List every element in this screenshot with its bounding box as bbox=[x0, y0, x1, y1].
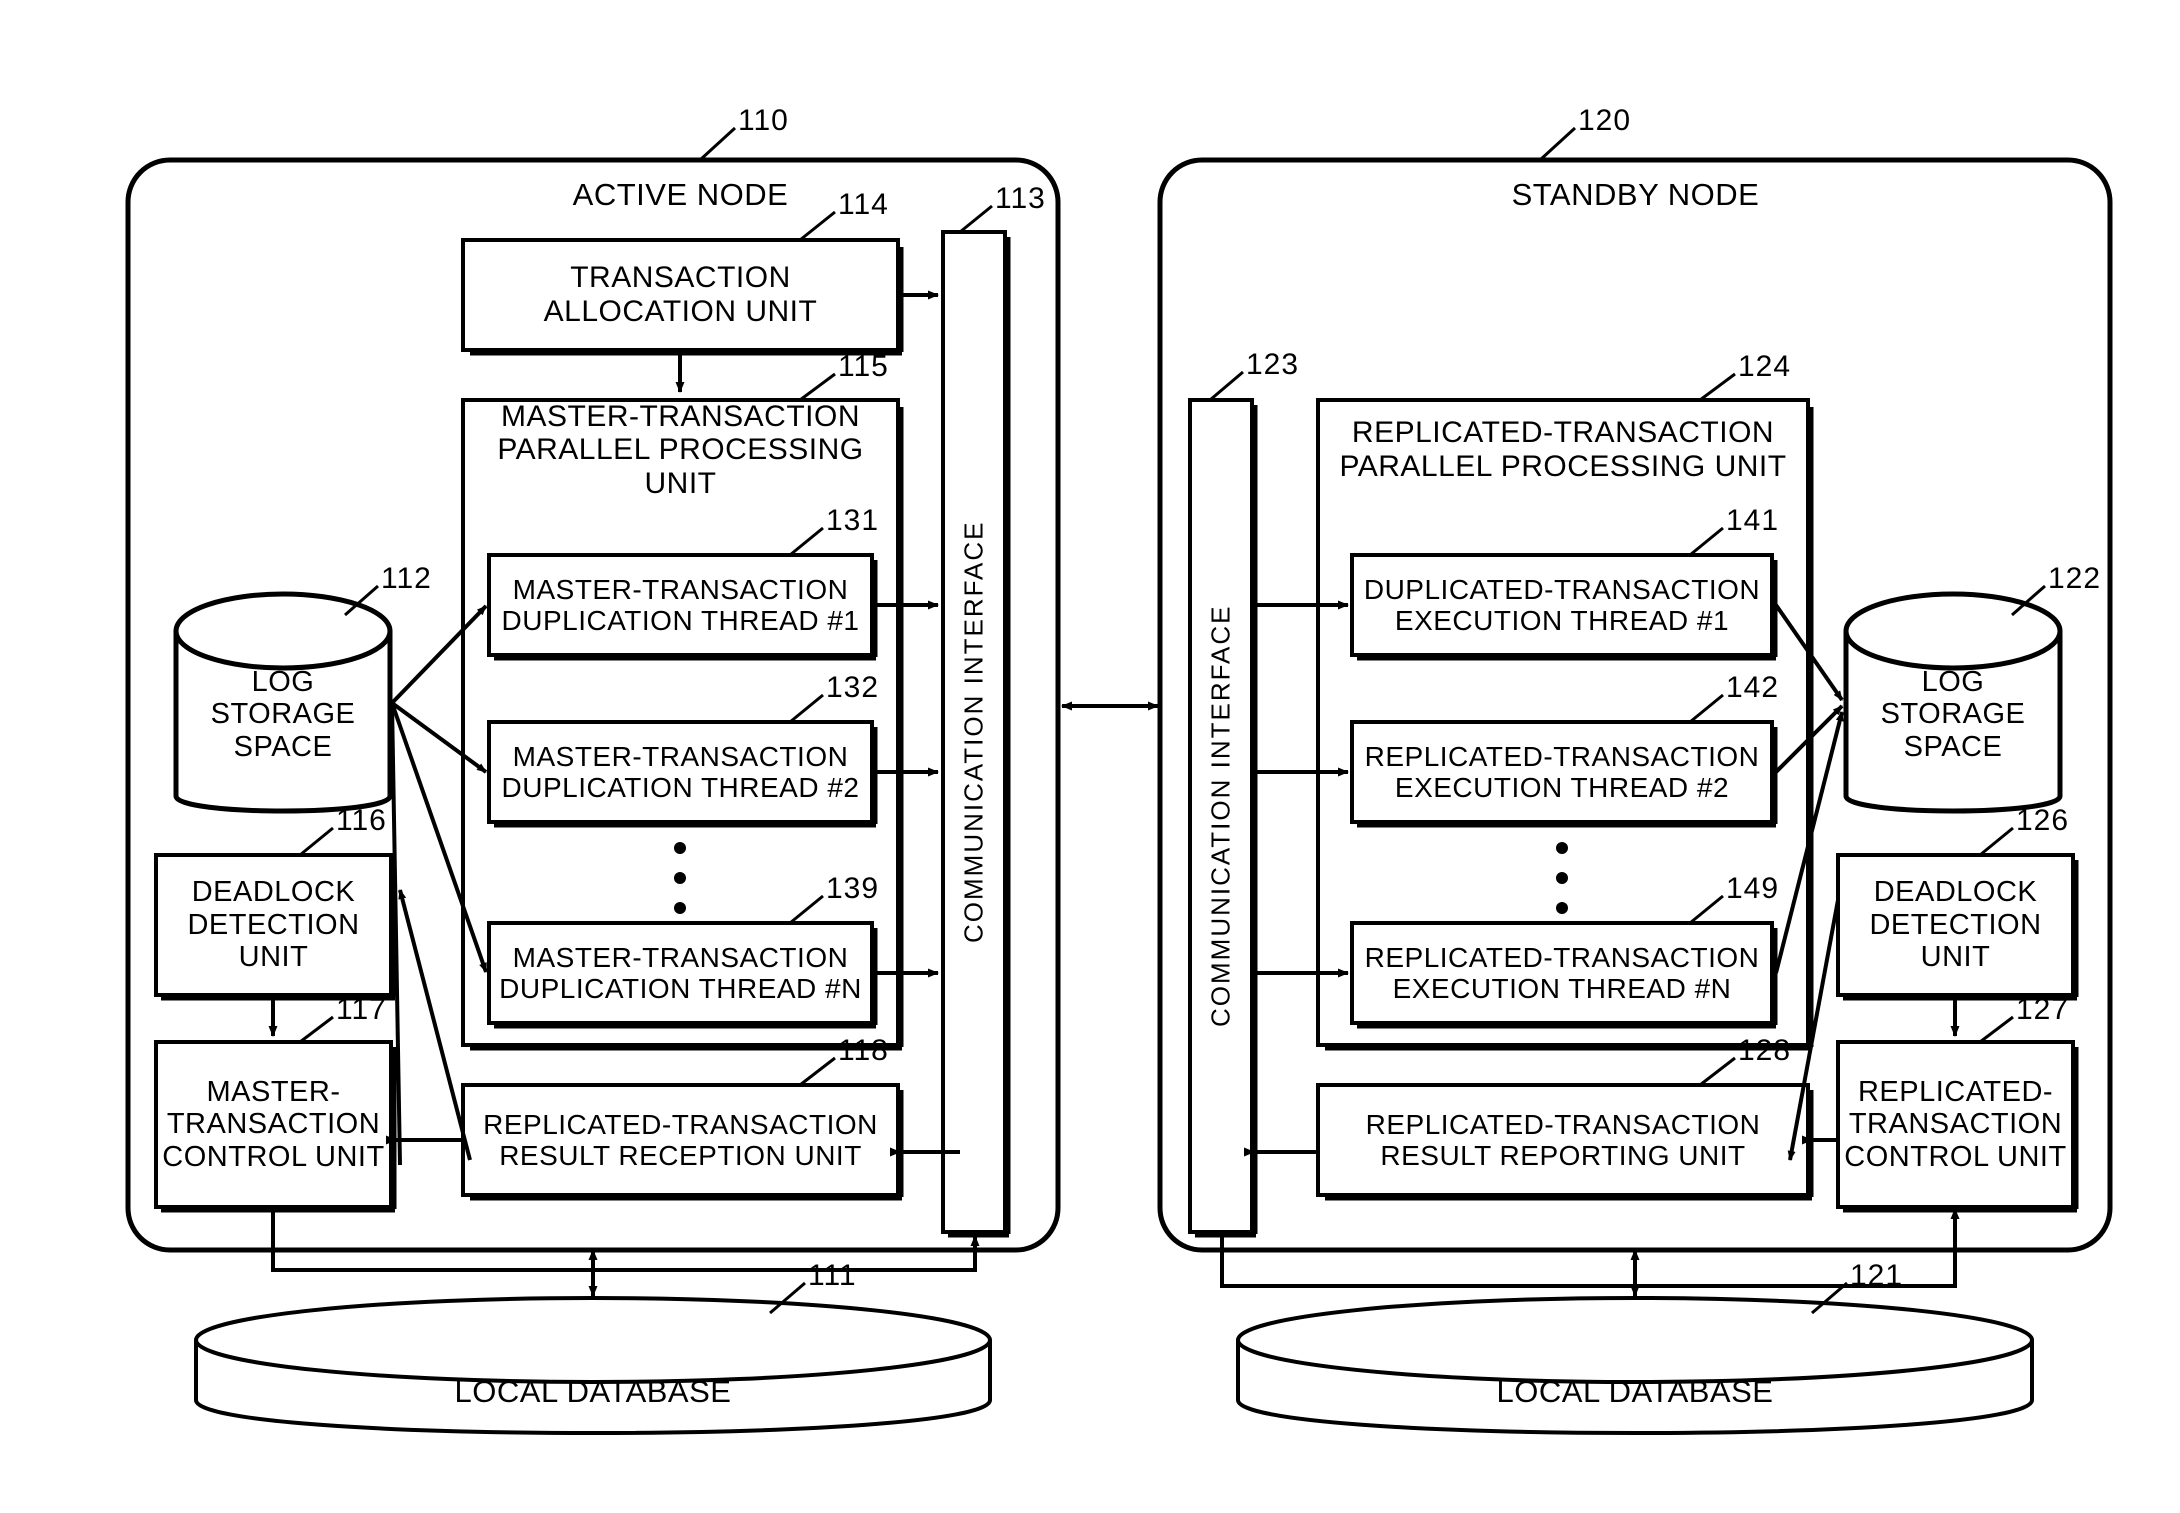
patent-figure: 110 ACTIVE NODE 114 TRANSACTION ALLOCATI… bbox=[0, 0, 2180, 1513]
ref-118: 118 bbox=[838, 1034, 889, 1067]
communication-interface-active: COMMUNICATION INTERFACE bbox=[958, 520, 989, 944]
ref-110: 110 bbox=[738, 104, 789, 137]
ref-127: 127 bbox=[2016, 993, 2070, 1026]
ref-123: 123 bbox=[1246, 348, 1300, 381]
ref-115: 115 bbox=[838, 350, 889, 383]
ref-128: 128 bbox=[1738, 1034, 1792, 1067]
ref-122: 122 bbox=[2048, 562, 2102, 595]
ref-111: 111 bbox=[808, 1259, 857, 1292]
ref-113: 113 bbox=[995, 182, 1046, 215]
ref-120: 120 bbox=[1578, 104, 1632, 137]
ref-126: 126 bbox=[2016, 804, 2070, 837]
ref-121: 121 bbox=[1850, 1259, 1904, 1292]
ref-117: 117 bbox=[336, 993, 387, 1026]
ref-141: 141 bbox=[1726, 504, 1780, 537]
ref-149: 149 bbox=[1726, 872, 1780, 905]
ref-142: 142 bbox=[1726, 671, 1780, 704]
ref-139: 139 bbox=[826, 872, 880, 905]
ref-114: 114 bbox=[838, 188, 889, 221]
ref-124: 124 bbox=[1738, 350, 1792, 383]
ref-132: 132 bbox=[826, 671, 880, 704]
communication-interface-standby: COMMUNICATION INTERFACE bbox=[1205, 604, 1236, 1028]
ref-116: 116 bbox=[336, 804, 387, 837]
ref-131: 131 bbox=[826, 504, 880, 537]
ref-112: 112 bbox=[381, 562, 432, 595]
